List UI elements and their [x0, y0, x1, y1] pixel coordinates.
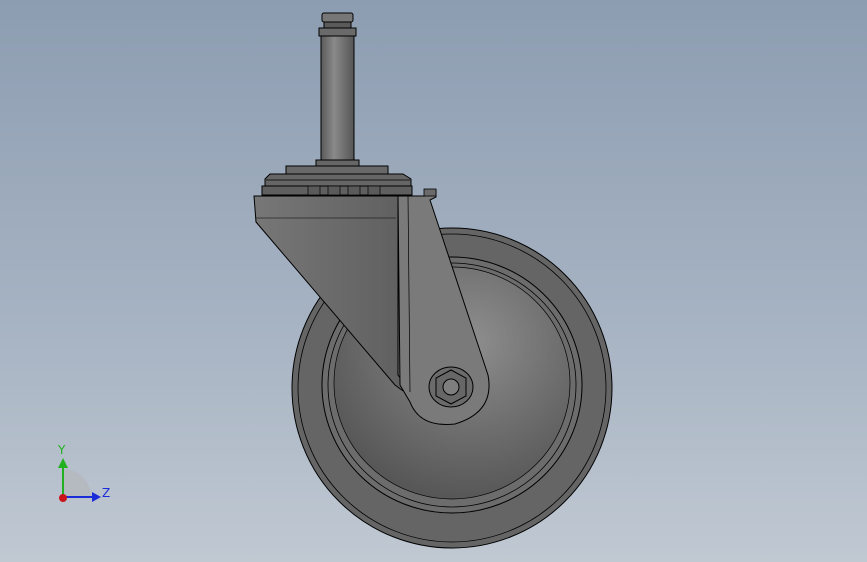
stem-collar	[318, 27, 357, 37]
ball-3	[347, 185, 361, 196]
stem-base-collar	[315, 159, 360, 167]
stem[interactable]	[285, 12, 389, 175]
ball-4	[367, 185, 381, 196]
ball-1	[307, 185, 321, 196]
stem-base-flange	[285, 165, 389, 175]
swivel-plate[interactable]	[261, 173, 413, 196]
xy-plane-quadrant	[63, 469, 91, 497]
x-axis-origin-dot	[59, 494, 67, 502]
y-axis-label: Y	[58, 443, 66, 457]
stem-groove	[323, 21, 352, 29]
reference-triad: Y Z	[48, 440, 118, 510]
stem-tip	[321, 12, 354, 23]
caster-model[interactable]	[0, 0, 867, 562]
z-axis-arrow	[92, 492, 101, 502]
y-axis-arrow	[58, 458, 68, 468]
z-axis-label: Z	[102, 486, 111, 500]
stem-shaft	[320, 34, 355, 164]
axle-bolt-end	[442, 378, 460, 396]
graphics-viewport[interactable]: Y Z	[0, 0, 867, 562]
ball-2	[327, 185, 341, 196]
fork-tab	[423, 188, 437, 197]
axle[interactable]	[428, 366, 474, 408]
